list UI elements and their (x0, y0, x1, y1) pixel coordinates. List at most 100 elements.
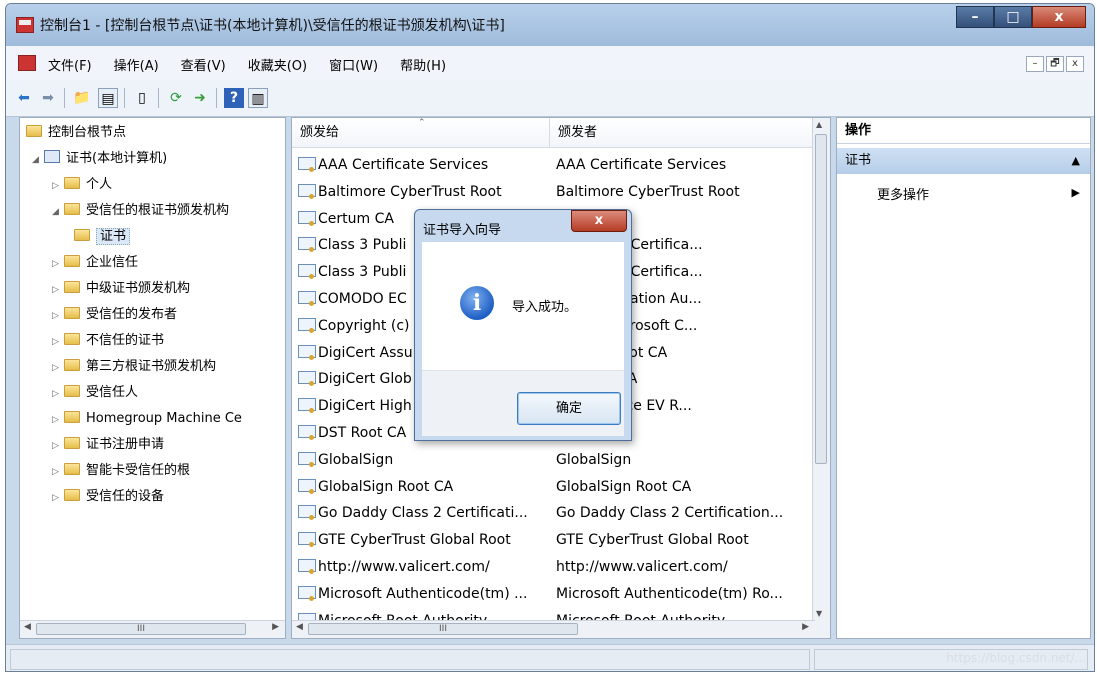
scroll-up-arrow-icon[interactable]: ▲ (816, 120, 822, 129)
tree-computer[interactable]: ◢ 证书(本地计算机) (32, 148, 167, 170)
tree-item[interactable]: ▷ 企业信任 (52, 252, 138, 274)
tree-root[interactable]: 控制台根节点 (26, 122, 126, 144)
expand-arrow-icon[interactable]: ▷ (52, 409, 64, 431)
forward-arrow-icon[interactable]: ➡ (38, 88, 58, 108)
table-row[interactable]: Go Daddy Class 2 Certificati... Go Daddy … (292, 500, 812, 527)
certificate-icon (298, 451, 316, 467)
collapse-up-icon[interactable]: ▲ (1072, 148, 1080, 174)
expand-arrow-icon[interactable]: ▷ (52, 357, 64, 379)
tree-horizontal-scrollbar[interactable]: ◀ III ▶ (20, 620, 285, 638)
clipboard-icon[interactable]: ▯ (132, 88, 152, 108)
up-folder-icon[interactable]: 📁 (72, 88, 92, 108)
list-vertical-scrollbar[interactable]: ▲ ▼ (812, 118, 830, 638)
cell-issued-to: GlobalSign Root CA (298, 474, 538, 501)
ok-button[interactable]: 确定 (517, 392, 621, 425)
tree-item[interactable]: ▷ 受信任人 (52, 382, 138, 404)
mdi-restore-button[interactable]: 🗗 (1046, 56, 1064, 72)
expanded-arrow-icon[interactable]: ◢ (52, 201, 64, 223)
scroll-right-arrow-icon[interactable]: ▶ (272, 622, 279, 632)
action-pane-icon[interactable]: ▥ (248, 88, 268, 108)
tree-item[interactable]: 证书 (74, 226, 131, 248)
menu-item[interactable]: 帮助(H) (400, 55, 446, 74)
expand-arrow-icon[interactable]: ▷ (52, 175, 64, 197)
list-horizontal-scrollbar[interactable]: ◀ III ▶ (292, 620, 815, 638)
menu-item[interactable]: 收藏夹(O) (248, 55, 307, 74)
maximize-button[interactable]: □ (994, 6, 1032, 28)
more-actions-item[interactable]: 更多操作 (877, 184, 929, 203)
back-arrow-icon[interactable]: ⬅ (14, 88, 34, 108)
tree-item[interactable]: ◢ 受信任的根证书颁发机构 (52, 200, 229, 222)
cell-issued-to: GTE CyberTrust Global Root (298, 527, 538, 554)
tree-item[interactable]: ▷ 智能卡受信任的根 (52, 460, 190, 482)
console-tree[interactable]: 控制台根节点 ◢ 证书(本地计算机) ▷ 个人 ◢ 受信任的根证书颁发机构证书 ▷ 企业信任… (19, 117, 286, 639)
expanded-arrow-icon[interactable]: ◢ (32, 149, 44, 171)
tree-item[interactable]: ▷ 个人 (52, 174, 112, 196)
tree-item-label: 智能卡受信任的根 (86, 463, 191, 478)
minimize-button[interactable]: – (956, 6, 994, 28)
expand-arrow-icon[interactable]: ▷ (52, 279, 64, 301)
expand-arrow-icon[interactable]: ▷ (52, 331, 64, 353)
actions-section-label: 证书 (845, 153, 872, 168)
scroll-thumb[interactable]: III (308, 623, 578, 635)
expand-arrow-icon[interactable]: ▷ (52, 253, 64, 275)
actions-section-certificates[interactable]: 证书 ▲ (837, 148, 1090, 174)
menu-item[interactable]: 操作(A) (114, 55, 159, 74)
scroll-down-arrow-icon[interactable]: ▼ (816, 609, 822, 618)
expand-arrow-icon[interactable]: ▷ (52, 383, 64, 405)
table-row[interactable]: GTE CyberTrust Global Root GTE CyberTrust… (292, 527, 812, 554)
column-header-issued-by[interactable]: 颁发者 (550, 118, 815, 148)
menu-item[interactable]: 查看(V) (181, 55, 226, 74)
mdi-close-button[interactable]: x (1066, 56, 1084, 72)
scroll-thumb[interactable] (815, 134, 827, 464)
cell-issued-to: Baltimore CyberTrust Root (298, 179, 538, 206)
certificate-icon (298, 183, 316, 199)
refresh-icon[interactable]: ⟳ (166, 88, 186, 108)
tree-item[interactable]: ▷ 中级证书颁发机构 (52, 278, 190, 300)
table-row[interactable]: GlobalSign GlobalSign (292, 447, 812, 474)
tree-item-label: 中级证书颁发机构 (86, 281, 191, 296)
table-row[interactable]: Microsoft Authenticode(tm) ... Microsoft … (292, 581, 812, 608)
scroll-left-arrow-icon[interactable]: ◀ (296, 622, 303, 632)
help-icon[interactable]: ? (224, 88, 244, 108)
actions-header: 操作 (837, 118, 1090, 144)
table-row[interactable]: AAA Certificate Services AAA Certificate … (292, 152, 812, 179)
dialog-message: 导入成功。 (512, 300, 578, 315)
table-row[interactable]: Baltimore CyberTrust Root Baltimore Cyber… (292, 179, 812, 206)
folder-icon (64, 281, 80, 293)
tree-item[interactable]: ▷ 证书注册申请 (52, 434, 164, 456)
table-row[interactable]: http://www.valicert.com/http://www.valic… (292, 554, 812, 581)
menu-item[interactable]: 文件(F) (48, 55, 92, 74)
tree-item[interactable]: ▷ 受信任的发布者 (52, 304, 177, 326)
show-tree-icon[interactable]: ▤ (98, 88, 118, 108)
mdi-minimize-button[interactable]: – (1026, 56, 1044, 72)
folder-icon (26, 125, 42, 137)
title-bar[interactable]: 控制台1 - [控制台根节点\证书(本地计算机)\受信任的根证书颁发机构\证书]… (6, 4, 1094, 46)
tree-item-label: 不信任的证书 (86, 333, 165, 348)
scroll-thumb[interactable]: III (36, 623, 246, 635)
expand-arrow-icon[interactable]: ▷ (52, 461, 64, 483)
export-list-icon[interactable]: ➜ (190, 88, 210, 108)
tree-item[interactable]: ▷ Homegroup Machine Ce (52, 408, 242, 430)
table-row[interactable]: GlobalSign Root CA GlobalSign Root CA (292, 474, 812, 501)
tree-item[interactable]: ▷ 第三方根证书颁发机构 (52, 356, 216, 378)
scroll-left-arrow-icon[interactable]: ◀ (24, 622, 31, 632)
tree-item-label: 受信任的设备 (86, 489, 165, 504)
expand-arrow-icon[interactable]: ▷ (52, 487, 64, 509)
tree-item[interactable]: ▷ 受信任的设备 (52, 486, 164, 508)
folder-icon (64, 437, 80, 449)
cell-issued-to: GlobalSign (298, 447, 538, 474)
folder-icon (64, 463, 80, 475)
expand-arrow-icon[interactable]: ▷ (52, 435, 64, 457)
certificate-icon (298, 559, 316, 574)
toolbar-separator (158, 88, 159, 108)
menu-item[interactable]: 窗口(W) (329, 55, 378, 74)
tree-item[interactable]: ▷ 不信任的证书 (52, 330, 164, 352)
scroll-right-arrow-icon[interactable]: ▶ (802, 622, 809, 632)
dialog-close-button[interactable]: x (571, 210, 627, 232)
expand-arrow-icon[interactable]: ▷ (52, 305, 64, 327)
submenu-arrow-icon[interactable]: ▶ (1072, 186, 1080, 199)
folder-icon (64, 255, 80, 267)
console-menu-icon[interactable] (18, 55, 36, 71)
close-button[interactable]: x (1032, 6, 1086, 28)
cell-issued-to: http://www.valicert.com/ (298, 554, 538, 581)
